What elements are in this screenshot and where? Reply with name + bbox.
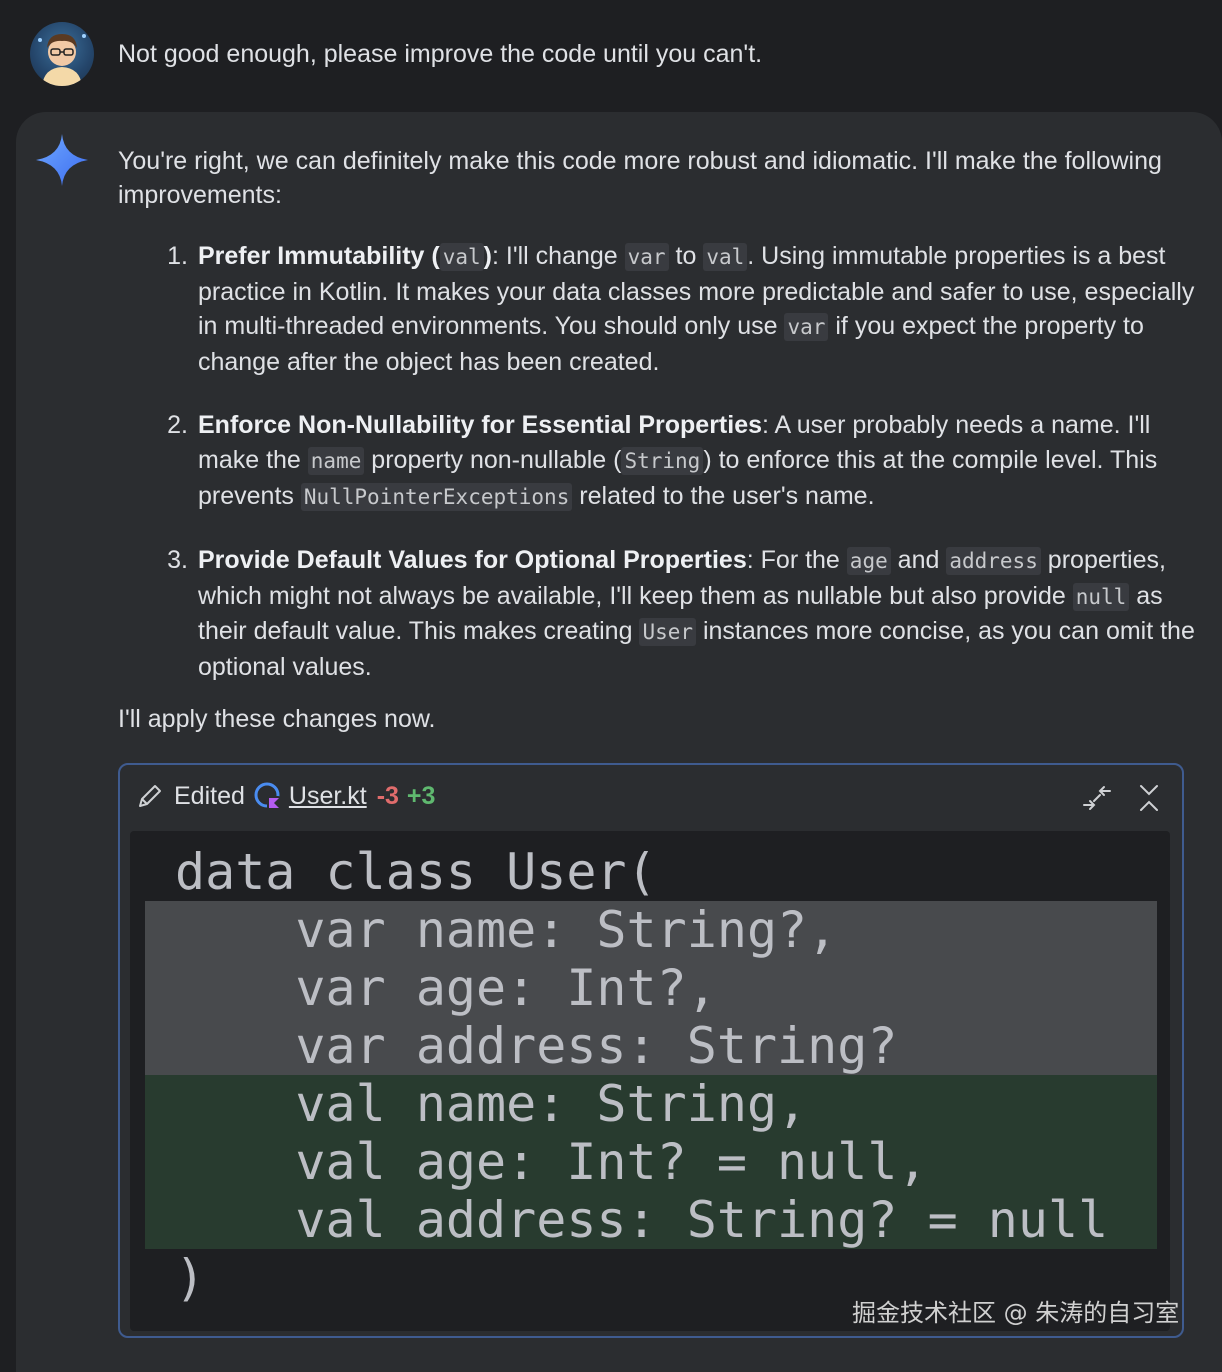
edit-action-label: Edited [174,781,245,810]
assistant-response-panel: You're right, we can definitely make thi… [16,112,1222,1372]
code-line: data class User( [130,843,1170,901]
list-item-text: and [890,546,947,575]
code-line-text: var address: String? [175,1017,898,1075]
list-item-text: : For the [746,546,847,575]
assistant-intro-text: You're right, we can definitely make thi… [118,147,1162,209]
code-line-text: var name: String?, [175,901,838,959]
added-code-line: val address: String? = null [145,1191,1157,1249]
assistant-outro-text: I'll apply these changes now. [118,705,436,733]
inline-code: User [639,618,697,647]
code-diff-view: data class User( var name: String?, var … [130,831,1170,1331]
added-code-line: val name: String, [145,1075,1157,1133]
inline-code: val [439,243,484,271]
list-item-number: 3. [167,546,188,575]
list-item-title: Provide Default Values for Optional Prop… [198,546,747,575]
user-avatar-icon [30,22,94,86]
inline-code: String [621,446,704,475]
list-item-text: property non-nullable ( [364,445,622,474]
added-count: +3 [406,781,436,810]
file-link[interactable]: User.kt [289,782,367,811]
removed-code-line: var name: String?, [145,901,1157,959]
list-item-text: related to the user's name. [572,481,875,510]
list-item-text: : I'll change [492,242,625,270]
inline-code: null [1072,582,1130,611]
sparkle-icon [36,134,88,186]
code-line-text: val name: String, [175,1075,808,1133]
list-item: 3. Provide Default Values for Optional Pr… [118,543,1198,684]
inline-code: var [784,313,829,342]
added-code-line: val age: Int? = null, [145,1133,1157,1191]
improvement-list: 1. Prefer Immutability (val): I'll change… [118,239,1198,714]
user-message: Not good enough, please improve the code… [30,22,762,86]
code-line-text: val address: String? = null [175,1191,1109,1249]
pencil-icon [139,785,161,807]
code-line-text: var age: Int?, [175,959,717,1017]
user-message-text: Not good enough, please improve the code… [118,39,763,68]
edit-header: Edited User.kt -3 +3 [136,778,435,814]
inline-code: var [624,243,669,271]
kotlin-file-icon [254,782,280,809]
list-item-title: Prefer Immutability (val) [198,242,492,271]
inline-code: name [307,446,365,475]
edit-summary-card: Edited User.kt -3 +3 data class User( va… [118,763,1184,1338]
inline-code: NullPointerExceptions [300,482,573,511]
list-item-title: Enforce Non-Nullability for Essential Pr… [198,411,763,440]
collapse-icon[interactable] [1080,781,1114,815]
watermark: 掘金技术社区 @ 朱涛的自习室 [852,1299,1180,1327]
list-item: 2. Enforce Non-Nullability for Essential … [118,408,1198,514]
list-item-number: 2. [167,411,188,440]
code-line-text: val age: Int? = null, [175,1133,928,1191]
removed-count: -3 [376,781,399,810]
removed-code-line: var address: String? [145,1017,1157,1075]
list-item-text: to [668,242,704,270]
list-item: 1. Prefer Immutability (val): I'll change… [118,239,1198,379]
inline-code: age [846,547,891,576]
code-line-text: ) [175,1249,206,1307]
close-icon[interactable] [1132,781,1166,815]
removed-code-line: var age: Int?, [145,959,1157,1017]
inline-code: address [946,547,1041,576]
list-item-number: 1. [167,242,188,270]
inline-code: val [703,243,748,271]
code-line-text: data class User( [175,843,657,901]
